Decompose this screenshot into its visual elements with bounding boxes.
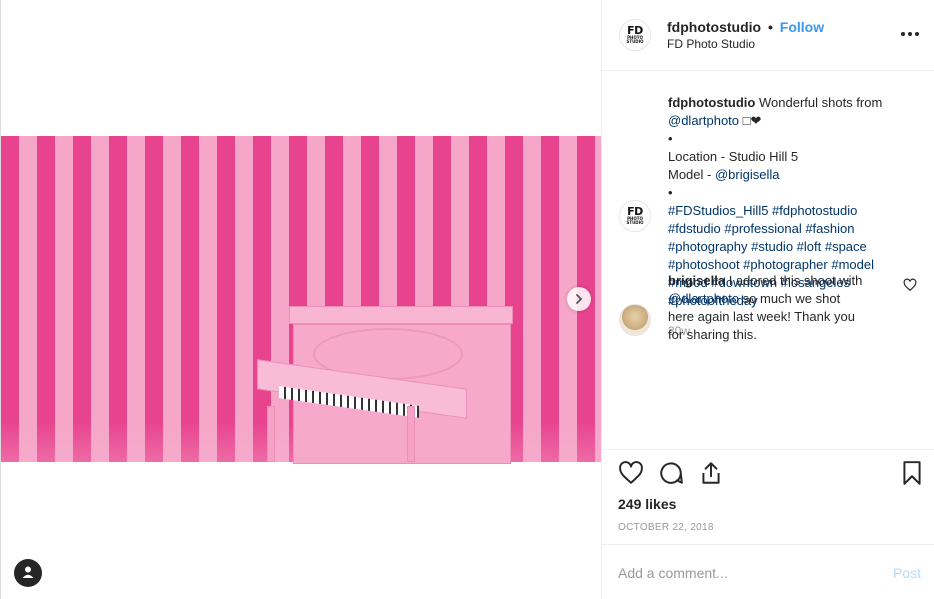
comment-composer: Post [602,544,934,599]
like-count[interactable]: 249 likes [618,496,676,512]
comment-icon[interactable] [658,460,684,486]
next-photo-button[interactable] [567,287,591,311]
follow-button[interactable]: Follow [780,19,824,35]
heart-icon[interactable] [618,460,644,486]
chevron-right-icon [574,292,584,307]
more-options-icon[interactable] [901,26,919,42]
hashtag-line[interactable]: #fdstudio #professional #fashion [668,220,918,238]
post-date: OCTOBER 22, 2018 [618,522,714,533]
account-avatar[interactable]: FD PHOTO STUDIO [619,19,651,51]
post-comment-button[interactable]: Post [893,565,921,581]
hashtag-line[interactable]: #FDStudios_Hill5 #fdphotostudio [668,202,918,220]
mention-link[interactable]: @brigisella [715,167,780,182]
separator-dot: • [767,19,773,35]
comment-input[interactable] [618,563,878,583]
post-side-panel: FD PHOTO STUDIO fdphotostudio • Follow F… [601,0,934,599]
header-username-row: fdphotostudio • Follow [667,19,824,35]
caption-username[interactable]: fdphotostudio [668,95,755,110]
user-icon [21,565,35,582]
post-header: FD PHOTO STUDIO fdphotostudio • Follow F… [602,0,934,71]
mention-link[interactable]: @dlartphoto [668,113,739,128]
header-username[interactable]: fdphotostudio [667,19,761,35]
photo-piano [257,306,513,464]
action-bar: 249 likes OCTOBER 22, 2018 [602,449,934,544]
comment-item: brigisella I adored this shoot with @dla… [602,272,934,342]
media-pane [0,0,602,599]
caption-location: Location - Studio Hill 5 [668,149,799,164]
commenter-username[interactable]: brigisella [668,273,725,288]
location-link[interactable]: FD Photo Studio [667,37,755,51]
comment-like-heart-icon[interactable] [903,278,917,292]
comment-text: brigisella I adored this shoot with @dla… [668,273,863,342]
bookmark-icon[interactable] [899,460,925,486]
profile-button[interactable] [14,559,42,587]
caption-avatar[interactable]: FD PHOTO STUDIO [619,200,651,232]
share-icon[interactable] [698,460,724,486]
commenter-avatar[interactable] [619,304,651,336]
hashtag-line[interactable]: #photography #studio #loft #space [668,238,918,256]
mention-link[interactable]: @dlartphoto [668,291,739,306]
